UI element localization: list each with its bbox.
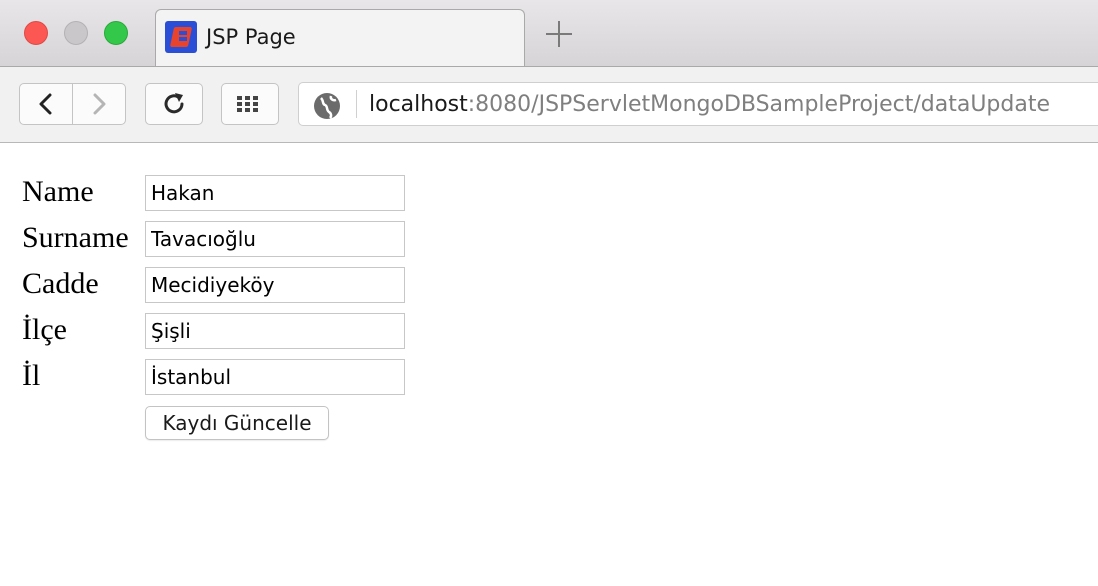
update-record-button[interactable]: Kaydı Güncelle bbox=[145, 406, 329, 440]
tab-bar: JSP Page bbox=[0, 0, 1098, 66]
name-input[interactable] bbox=[145, 175, 405, 211]
window-minimize-button[interactable] bbox=[64, 21, 88, 45]
back-button[interactable] bbox=[19, 83, 73, 125]
url-path: :8080/JSPServletMongoDBSampleProject/dat… bbox=[467, 92, 1050, 117]
name-label: Name bbox=[22, 175, 94, 208]
reload-icon bbox=[164, 93, 184, 114]
form-row-ilce: İlçe bbox=[22, 313, 422, 349]
url-separator bbox=[356, 90, 357, 118]
ilce-label: İlçe bbox=[22, 313, 67, 346]
ilce-input[interactable] bbox=[145, 313, 405, 349]
il-input[interactable] bbox=[145, 359, 405, 395]
address-bar[interactable]: localhost:8080/JSPServletMongoDBSamplePr… bbox=[298, 82, 1098, 126]
grid-icon bbox=[237, 96, 258, 112]
chevron-right-icon bbox=[93, 93, 106, 115]
cadde-label: Cadde bbox=[22, 267, 99, 300]
surname-input[interactable] bbox=[145, 221, 405, 257]
form-row-cadde: Cadde bbox=[22, 267, 422, 303]
surname-label: Surname bbox=[22, 221, 129, 254]
browser-tab[interactable]: JSP Page bbox=[155, 9, 525, 66]
form-row-name: Name bbox=[22, 175, 422, 211]
forward-button[interactable] bbox=[73, 83, 126, 125]
favicon-icon bbox=[165, 21, 197, 53]
url-host: localhost bbox=[369, 92, 468, 117]
globe-icon bbox=[314, 93, 340, 119]
browser-toolbar: localhost:8080/JSPServletMongoDBSamplePr… bbox=[0, 66, 1098, 143]
window-maximize-button[interactable] bbox=[104, 21, 128, 45]
cadde-input[interactable] bbox=[145, 267, 405, 303]
form-row-il: İl bbox=[22, 359, 422, 395]
new-tab-plus-icon[interactable] bbox=[544, 19, 574, 49]
chevron-left-icon bbox=[39, 93, 52, 115]
top-sites-button[interactable] bbox=[221, 83, 279, 125]
form-row-surname: Surname bbox=[22, 221, 422, 257]
window-close-button[interactable] bbox=[24, 21, 48, 45]
tab-title: JSP Page bbox=[206, 25, 296, 49]
url-text[interactable]: localhost:8080/JSPServletMongoDBSamplePr… bbox=[369, 92, 1050, 117]
reload-button[interactable] bbox=[145, 83, 203, 125]
il-label: İl bbox=[22, 359, 41, 392]
